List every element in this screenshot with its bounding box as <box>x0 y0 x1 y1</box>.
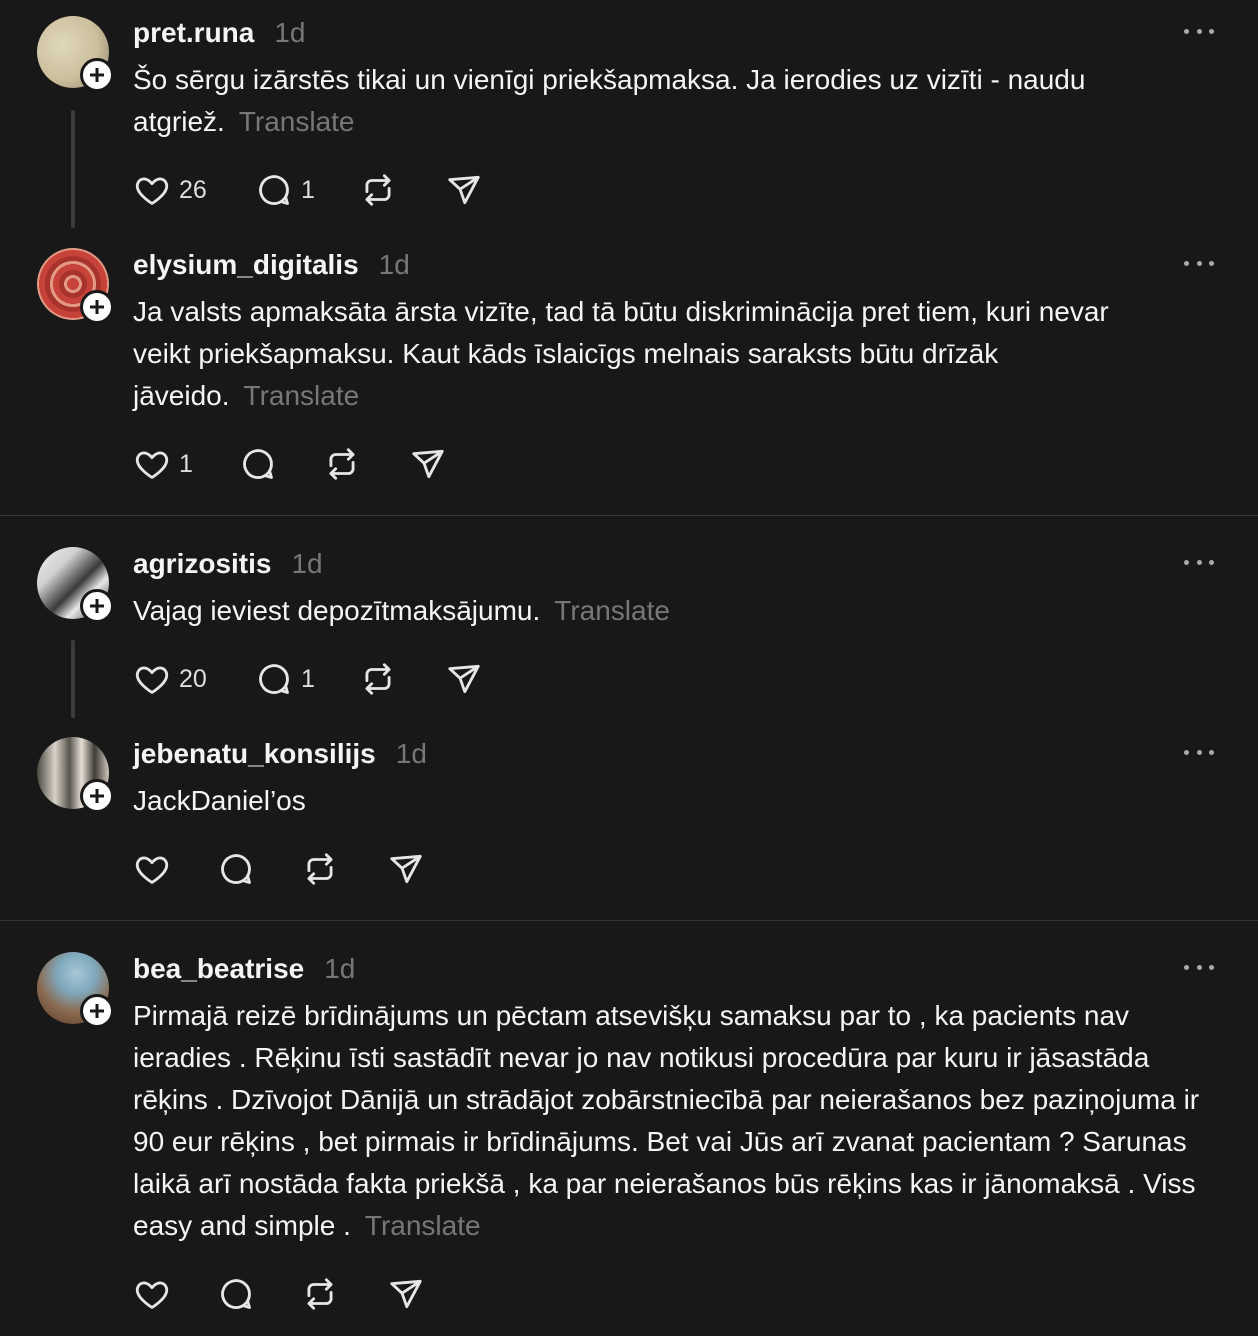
like-count: 26 <box>179 175 207 204</box>
like-count: 1 <box>179 449 193 478</box>
reply-button[interactable] <box>217 849 255 889</box>
timestamp[interactable]: 1d <box>396 737 427 771</box>
repost-button[interactable] <box>359 170 397 210</box>
more-icon[interactable] <box>1184 27 1214 35</box>
like-button[interactable]: 26 <box>133 170 207 210</box>
more-icon[interactable] <box>1184 748 1214 756</box>
timestamp[interactable]: 1d <box>291 547 322 581</box>
post-body: Vajag ieviest depozītmaksājumu. <box>133 595 541 626</box>
comment-icon <box>259 664 289 694</box>
send-icon <box>390 1279 422 1309</box>
translate-link[interactable]: Translate <box>365 1210 481 1241</box>
post-body: JackDaniel’os <box>133 785 306 816</box>
post-text: Vajag ieviest depozītmaksājumu. Translate <box>133 590 1223 632</box>
reply-count: 1 <box>301 175 315 204</box>
more-icon[interactable] <box>1184 259 1214 267</box>
repost-button[interactable] <box>359 659 397 699</box>
repost-icon <box>307 1278 333 1310</box>
share-button[interactable] <box>409 444 447 484</box>
reply-button[interactable]: 1 <box>255 659 315 699</box>
share-button[interactable] <box>387 849 425 889</box>
reply-button[interactable] <box>217 1274 255 1314</box>
heart-icon <box>135 666 169 694</box>
repost-icon <box>329 448 355 480</box>
comment-icon <box>221 854 251 884</box>
divider <box>0 515 1258 516</box>
heart-icon <box>135 856 169 884</box>
share-button[interactable] <box>445 170 483 210</box>
translate-link[interactable]: Translate <box>239 106 355 137</box>
username[interactable]: elysium_digitalis <box>133 248 359 282</box>
post-body: Pirmajā reizē brīdinājums un pēctam atse… <box>133 1000 1200 1241</box>
reply-count: 1 <box>301 664 315 693</box>
repost-button[interactable] <box>323 444 361 484</box>
follow-plus-icon[interactable] <box>80 589 114 623</box>
post-text: Šo sērgu izārstēs tikai un vienīgi priek… <box>133 59 1223 143</box>
more-icon[interactable] <box>1184 558 1214 566</box>
translate-link[interactable]: Translate <box>244 380 360 411</box>
divider <box>0 920 1258 921</box>
post-text: Pirmajā reizē brīdinājums un pēctam atse… <box>133 995 1228 1247</box>
repost-button[interactable] <box>301 1274 339 1314</box>
like-button[interactable]: 1 <box>133 444 193 484</box>
like-button[interactable]: 20 <box>133 659 207 699</box>
follow-plus-icon[interactable] <box>80 779 114 813</box>
send-icon <box>448 175 480 205</box>
repost-icon <box>365 663 391 695</box>
like-button[interactable] <box>133 849 171 889</box>
follow-plus-icon[interactable] <box>80 994 114 1028</box>
timestamp[interactable]: 1d <box>274 16 305 50</box>
comment-icon <box>243 449 273 479</box>
send-icon <box>448 664 480 694</box>
send-icon <box>412 449 444 479</box>
username[interactable]: jebenatu_konsilijs <box>133 737 376 771</box>
more-icon[interactable] <box>1184 963 1214 971</box>
reply-button[interactable] <box>239 444 277 484</box>
follow-plus-icon[interactable] <box>80 290 114 324</box>
reply-button[interactable]: 1 <box>255 170 315 210</box>
repost-icon <box>307 853 333 885</box>
repost-button[interactable] <box>301 849 339 889</box>
send-icon <box>390 854 422 884</box>
like-button[interactable] <box>133 1274 171 1314</box>
post-text: Ja valsts apmaksāta ārsta vizīte, tad tā… <box>133 291 1133 417</box>
thread-line <box>71 110 75 228</box>
timestamp[interactable]: 1d <box>379 248 410 282</box>
share-button[interactable] <box>387 1274 425 1314</box>
timestamp[interactable]: 1d <box>324 952 355 986</box>
heart-icon <box>135 177 169 205</box>
comment-icon <box>259 175 289 205</box>
share-button[interactable] <box>445 659 483 699</box>
heart-icon <box>135 1281 169 1309</box>
like-count: 20 <box>179 664 207 693</box>
heart-icon <box>135 451 169 479</box>
thread-line <box>71 640 75 718</box>
comment-icon <box>221 1279 251 1309</box>
username[interactable]: bea_beatrise <box>133 952 304 986</box>
follow-plus-icon[interactable] <box>80 58 114 92</box>
username[interactable]: agrizositis <box>133 547 271 581</box>
username[interactable]: pret.runa <box>133 16 254 50</box>
translate-link[interactable]: Translate <box>554 595 670 626</box>
repost-icon <box>365 174 391 206</box>
post-text: JackDaniel’os <box>133 780 1223 822</box>
